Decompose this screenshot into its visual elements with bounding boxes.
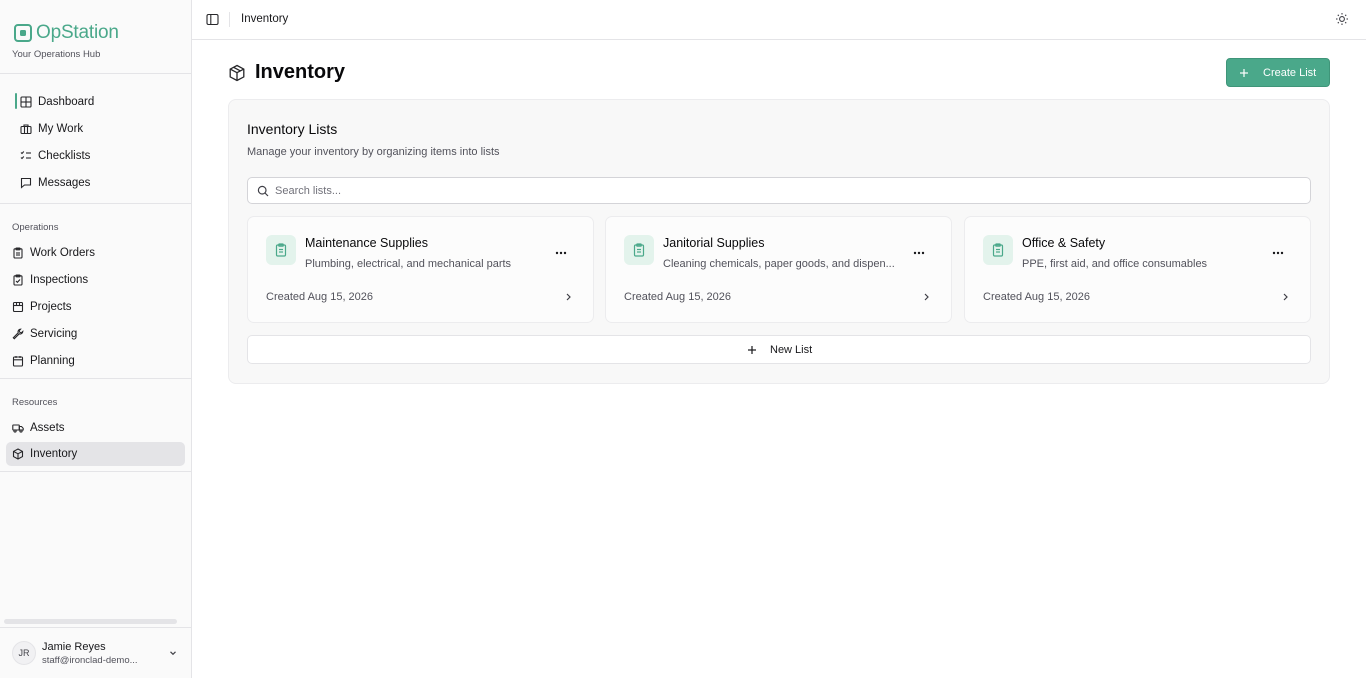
- sidebar-item-label: Messages: [38, 177, 91, 189]
- wrench-icon: [12, 328, 24, 340]
- sidebar-divider: [0, 203, 191, 204]
- more-horizontal-icon[interactable]: [1271, 247, 1285, 259]
- dashboard-icon: [20, 96, 32, 108]
- sidebar-item-dashboard[interactable]: Dashboard: [20, 90, 184, 114]
- list-card-created: Created Aug 15, 2026: [983, 291, 1091, 303]
- list-card-title: Janitorial Supplies: [663, 236, 765, 250]
- nav-group-operations: Operations: [12, 222, 59, 233]
- chevron-right-icon: [924, 293, 929, 301]
- briefcase-icon: [20, 124, 32, 135]
- clipboard-list-icon: [983, 235, 1013, 265]
- search-input[interactable]: [275, 182, 1295, 200]
- clipboard-list-icon: [624, 235, 654, 265]
- sidebar-divider: [0, 471, 191, 472]
- user-menu[interactable]: JR Jamie Reyes staff@ironclad-demo...: [0, 627, 191, 678]
- sidebar-divider: [0, 73, 191, 74]
- nav-group-resources: Resources: [12, 397, 58, 408]
- sidebar-item-planning[interactable]: Planning: [6, 349, 185, 373]
- sidebar: OpStation Your Operations Hub Dashboard …: [0, 0, 192, 678]
- chevron-right-icon: [566, 293, 571, 301]
- clipboard-list-icon: [266, 235, 296, 265]
- topbar-divider: [229, 12, 230, 27]
- package-icon: [12, 448, 24, 460]
- chevron-down-icon: [170, 651, 176, 656]
- clipboard-check-icon: [13, 274, 23, 286]
- checklist-icon: [20, 151, 31, 160]
- truck-icon: [12, 424, 24, 433]
- message-icon: [20, 177, 32, 189]
- sidebar-item-label: Dashboard: [38, 96, 95, 108]
- brand-logo[interactable]: OpStation: [14, 22, 119, 44]
- sidebar-item-label: Projects: [30, 301, 72, 313]
- user-name: Jamie Reyes: [42, 641, 106, 653]
- avatar: JR: [12, 641, 36, 665]
- brand-name: OpStation: [36, 22, 119, 43]
- sidebar-item-label: Planning: [30, 355, 75, 367]
- breadcrumb: Inventory: [241, 13, 289, 25]
- calendar-icon: [12, 356, 24, 367]
- list-card-description: Plumbing, electrical, and mechanical par…: [305, 258, 512, 270]
- sidebar-item-label: Servicing: [30, 328, 78, 340]
- list-card-maintenance-supplies[interactable]: Maintenance Supplies Plumbing, electrica…: [247, 216, 594, 323]
- brand-tagline: Your Operations Hub: [12, 49, 101, 60]
- create-list-label: Create List: [1263, 66, 1317, 79]
- sidebar-toggle-icon[interactable]: [206, 13, 219, 26]
- chevron-right-icon: [1283, 293, 1288, 301]
- sidebar-item-messages[interactable]: Messages: [20, 171, 184, 195]
- panel-subtitle: Manage your inventory by organizing item…: [247, 146, 500, 158]
- list-card-description: Cleaning chemicals, paper goods, and dis…: [663, 258, 895, 270]
- panel-title: Inventory Lists: [247, 121, 338, 137]
- list-card-office-safety[interactable]: Office & Safety PPE, first aid, and offi…: [964, 216, 1311, 323]
- sidebar-item-label: Checklists: [38, 150, 91, 162]
- sidebar-item-inspections[interactable]: Inspections: [6, 268, 185, 292]
- sidebar-item-my-work[interactable]: My Work: [20, 117, 184, 141]
- sidebar-item-servicing[interactable]: Servicing: [6, 322, 185, 346]
- sidebar-item-label: Inspections: [30, 274, 89, 286]
- list-card-janitorial-supplies[interactable]: Janitorial Supplies Cleaning chemicals, …: [605, 216, 952, 323]
- search-icon: [257, 185, 269, 197]
- logo-icon: [14, 24, 32, 42]
- sidebar-item-label: Assets: [30, 422, 65, 434]
- list-card-created: Created Aug 15, 2026: [266, 291, 374, 303]
- plus-icon: [748, 346, 756, 354]
- page-title: Inventory: [255, 61, 346, 83]
- list-card-created: Created Aug 15, 2026: [624, 291, 732, 303]
- plus-icon: [1240, 68, 1248, 77]
- sidebar-item-work-orders[interactable]: Work Orders: [6, 241, 185, 265]
- list-card-title: Maintenance Supplies: [305, 236, 428, 250]
- folder-icon: [12, 301, 24, 313]
- list-card-title: Office & Safety: [1022, 236, 1106, 250]
- list-card-description: PPE, first aid, and office consumables: [1022, 258, 1208, 270]
- sidebar-item-checklists[interactable]: Checklists: [20, 144, 184, 168]
- clipboard-icon: [13, 247, 23, 259]
- sidebar-item-label: Work Orders: [30, 247, 95, 259]
- package-icon: [229, 64, 245, 82]
- search-box[interactable]: [247, 177, 1311, 204]
- nav-active-indicator: [15, 93, 17, 109]
- sidebar-scrollbar[interactable]: [4, 619, 177, 624]
- sun-icon[interactable]: [1335, 12, 1349, 26]
- sidebar-divider: [0, 378, 191, 379]
- sidebar-item-label: My Work: [38, 123, 84, 135]
- sidebar-item-label: Inventory: [30, 448, 78, 460]
- new-list-label: New List: [770, 344, 813, 356]
- sidebar-item-assets[interactable]: Assets: [6, 416, 185, 440]
- more-horizontal-icon[interactable]: [554, 247, 568, 259]
- create-list-button[interactable]: Create List: [1226, 58, 1330, 87]
- sidebar-item-inventory[interactable]: Inventory: [6, 442, 185, 466]
- user-email: staff@ironclad-demo...: [42, 655, 138, 666]
- topbar: Inventory: [192, 0, 1366, 40]
- more-horizontal-icon[interactable]: [912, 247, 926, 259]
- sidebar-item-projects[interactable]: Projects: [6, 295, 185, 319]
- new-list-button[interactable]: New List: [247, 335, 1311, 364]
